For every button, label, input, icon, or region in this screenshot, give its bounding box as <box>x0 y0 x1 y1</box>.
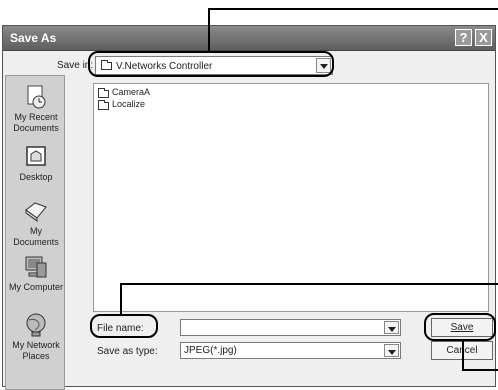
save-button-callout-oval <box>424 313 496 341</box>
callout-leader-line <box>208 8 210 52</box>
save-as-dialog: Save As ? X Save in: V.Networks Controll… <box>2 25 496 390</box>
save-as-type-dropdown[interactable]: JPEG(*.jpg) <box>180 342 401 359</box>
my-documents-icon <box>23 198 49 224</box>
desktop-icon <box>23 144 49 170</box>
file-item-name: CameraA <box>112 87 151 97</box>
places-bar: My Recent Documents Desktop My Documents… <box>5 75 65 390</box>
place-recent-documents[interactable]: My Recent Documents <box>6 84 66 134</box>
place-my-computer[interactable]: My Computer <box>6 254 66 293</box>
file-name-input[interactable] <box>180 319 401 336</box>
place-desktop[interactable]: Desktop <box>6 144 66 183</box>
place-label: My Recent Documents <box>13 112 59 133</box>
dialog-title: Save As <box>10 31 57 45</box>
callout-leader-line <box>120 283 498 285</box>
save-in-callout-oval <box>88 51 334 77</box>
place-label: My Network Places <box>12 340 60 361</box>
file-item-name: Localize <box>112 99 146 109</box>
place-label: Desktop <box>19 172 53 182</box>
chevron-down-icon[interactable] <box>384 344 399 357</box>
help-button[interactable]: ? <box>455 29 472 46</box>
place-network-places[interactable]: My Network Places <box>6 312 66 362</box>
callout-leader-line <box>462 369 498 371</box>
title-bar[interactable]: Save As ? X <box>3 26 495 51</box>
save-as-type-label: Save as type: <box>97 346 158 357</box>
my-computer-icon <box>23 254 49 280</box>
place-label: My Documents <box>13 226 59 247</box>
place-my-documents[interactable]: My Documents <box>6 198 66 248</box>
chevron-down-icon[interactable] <box>384 321 399 334</box>
folder-icon <box>98 100 109 110</box>
file-list[interactable]: CameraA Localize <box>93 83 489 312</box>
folder-icon <box>98 88 109 98</box>
recent-documents-icon <box>23 84 49 110</box>
save-as-type-value: JPEG(*.jpg) <box>184 345 237 356</box>
file-name-callout-oval <box>90 314 158 338</box>
place-label: My Computer <box>8 282 63 292</box>
callout-leader-line <box>462 340 464 370</box>
callout-leader-line <box>120 283 122 315</box>
network-places-icon <box>23 312 49 338</box>
close-button[interactable]: X <box>475 29 492 46</box>
callout-leader-line <box>208 8 498 10</box>
